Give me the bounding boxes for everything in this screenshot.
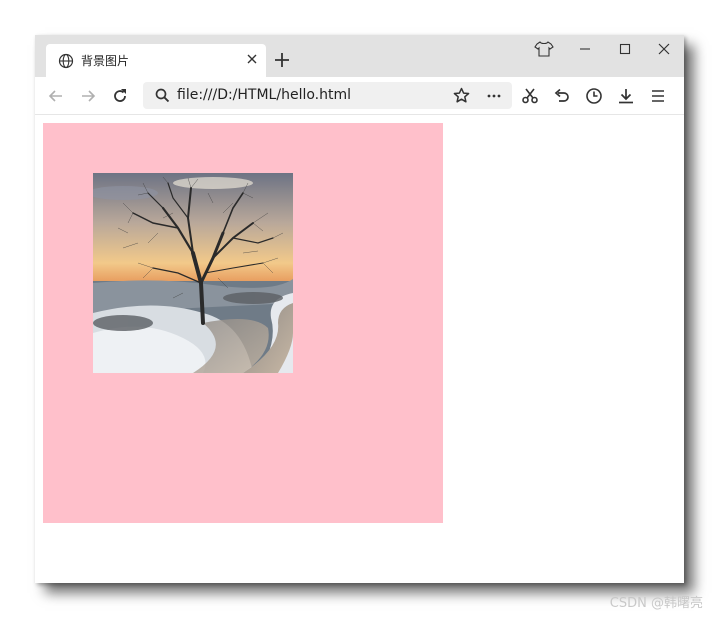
reload-icon[interactable] [111, 87, 129, 105]
browser-window: 背景图片 file:///D:/HTML/hello.html [35, 35, 684, 583]
scissors-icon[interactable] [521, 87, 539, 105]
watermark: CSDN @韩曙亮 [609, 596, 703, 611]
shirt-icon[interactable] [534, 41, 554, 57]
forward-icon[interactable] [79, 87, 97, 105]
tab-active[interactable]: 背景图片 [46, 44, 266, 77]
tree-landscape-image [93, 173, 293, 373]
globe-icon [58, 53, 74, 69]
more-icon[interactable] [486, 88, 502, 104]
star-icon[interactable] [453, 87, 470, 104]
minimize-icon[interactable] [575, 41, 595, 57]
plus-icon[interactable] [274, 52, 290, 68]
address-text[interactable]: file:///D:/HTML/hello.html [177, 87, 351, 103]
download-icon[interactable] [617, 87, 635, 105]
search-icon [155, 88, 170, 103]
page-content [35, 115, 684, 583]
menu-icon[interactable] [649, 87, 667, 105]
address-bar[interactable]: file:///D:/HTML/hello.html [143, 82, 512, 109]
pink-box [43, 123, 443, 523]
close-icon[interactable] [246, 53, 258, 65]
background-image [93, 173, 293, 373]
window-close-icon[interactable] [654, 41, 674, 57]
maximize-icon[interactable] [615, 41, 635, 57]
back-icon[interactable] [47, 87, 65, 105]
tab-title: 背景图片 [81, 54, 130, 68]
history-icon[interactable] [585, 87, 603, 105]
nav-toolbar: file:///D:/HTML/hello.html [35, 77, 684, 115]
tab-bar: 背景图片 [35, 35, 684, 77]
undo-icon[interactable] [553, 87, 571, 105]
